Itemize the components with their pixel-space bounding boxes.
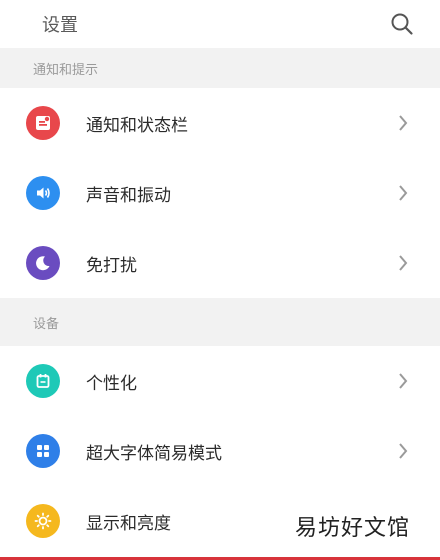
watermark-text: 易坊好文馆 [294, 516, 410, 541]
moon-icon [26, 246, 60, 280]
settings-item-label: 声音和振动 [86, 185, 171, 206]
chevron-right-icon [396, 253, 410, 273]
chevron-right-icon [396, 183, 410, 203]
search-icon [391, 13, 413, 35]
settings-item-label: 超大字体简易模式 [86, 443, 222, 464]
settings-item-sound-vibration[interactable]: 声音和振动 [0, 158, 440, 228]
page-title: 设置 [42, 15, 78, 36]
settings-item-personalization[interactable]: 个性化 [0, 346, 440, 416]
chevron-right-icon [396, 441, 410, 461]
settings-item-label: 个性化 [86, 373, 137, 394]
search-button[interactable] [388, 10, 416, 38]
settings-item-do-not-disturb[interactable]: 免打扰 [0, 228, 440, 298]
section-header-device: 设备 [0, 298, 440, 346]
chevron-right-icon [396, 371, 410, 391]
top-bar: 设置 [0, 0, 440, 48]
settings-item-label: 通知和状态栏 [86, 115, 188, 136]
section-header-notifications: 通知和提示 [0, 48, 440, 88]
personalize-icon [26, 364, 60, 398]
settings-item-label: 免打扰 [86, 255, 137, 276]
grid-icon [26, 434, 60, 468]
chevron-right-icon [396, 113, 410, 133]
speaker-icon [26, 176, 60, 210]
settings-item-large-font-simple-mode[interactable]: 超大字体简易模式 [0, 416, 440, 486]
notification-icon [26, 106, 60, 140]
brightness-icon [26, 504, 60, 538]
settings-item-notifications-statusbar[interactable]: 通知和状态栏 [0, 88, 440, 158]
